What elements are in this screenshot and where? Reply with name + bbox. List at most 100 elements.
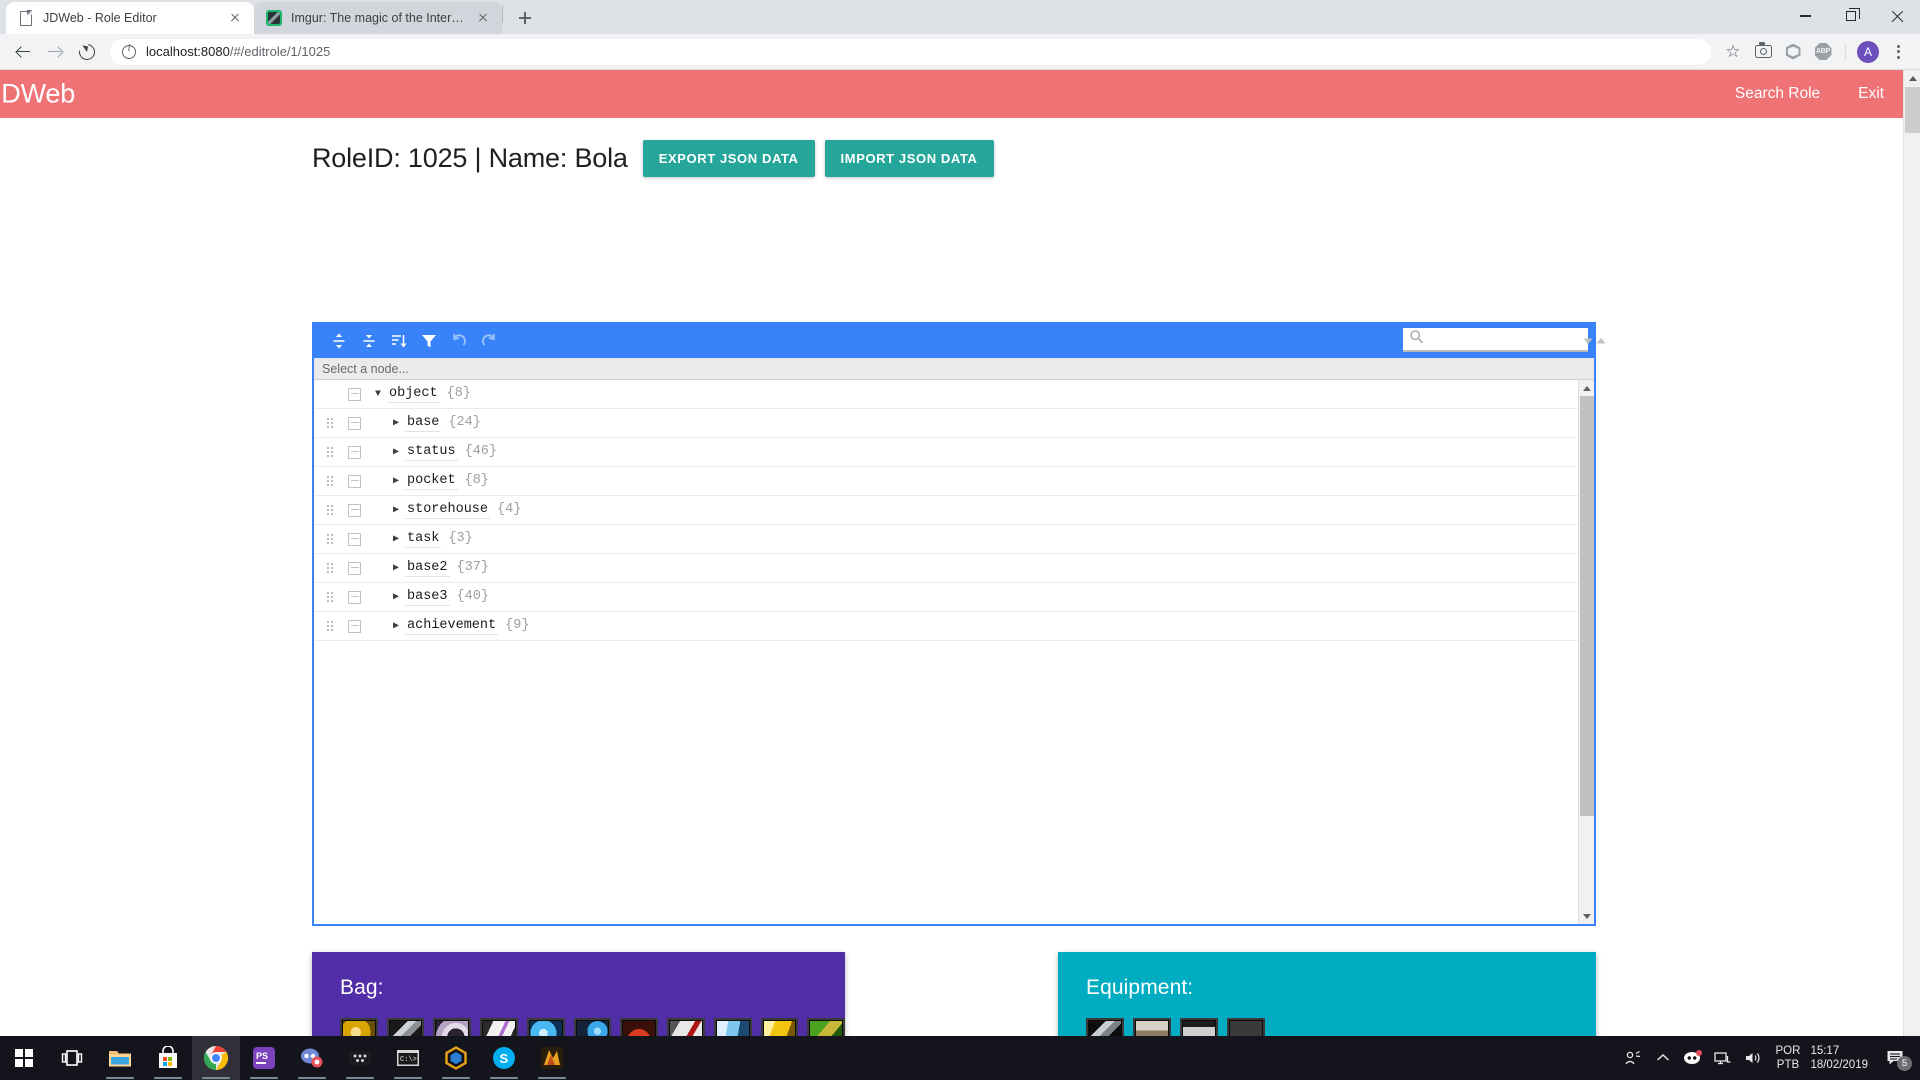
tree-field-name[interactable]: status — [405, 443, 458, 461]
close-icon[interactable] — [1874, 0, 1920, 32]
row-checkbox[interactable] — [348, 590, 361, 604]
collapse-all-icon[interactable] — [354, 327, 384, 355]
scrollbar-thumb[interactable] — [1580, 396, 1594, 816]
command-prompt-button[interactable]: C:\> — [384, 1036, 432, 1080]
chevron-right-icon[interactable]: ▶ — [387, 504, 405, 516]
row-checkbox[interactable] — [348, 445, 361, 459]
volume-icon[interactable] — [1738, 1036, 1768, 1080]
scroll-up-icon[interactable] — [1904, 70, 1920, 87]
close-icon[interactable] — [474, 9, 492, 27]
kebab-menu-icon[interactable] — [1884, 38, 1912, 66]
microsoft-store-button[interactable] — [144, 1036, 192, 1080]
tree-row[interactable]: ▶ base2 {37} — [314, 554, 1578, 583]
drag-handle-icon[interactable] — [322, 591, 338, 603]
redo-icon[interactable] — [474, 327, 504, 355]
drag-handle-icon[interactable] — [322, 417, 338, 429]
tree-field-name[interactable]: base3 — [405, 588, 450, 606]
search-prev-icon[interactable] — [1582, 334, 1593, 345]
camera-icon[interactable] — [1749, 38, 1777, 66]
expand-all-icon[interactable] — [324, 327, 354, 355]
minimize-icon[interactable] — [1782, 0, 1828, 32]
notification-center-button[interactable]: 5 — [1876, 1036, 1916, 1080]
chevron-right-icon[interactable]: ▶ — [387, 446, 405, 458]
back-arrow-icon[interactable] — [8, 37, 38, 67]
chevron-down-icon[interactable]: ▼ — [369, 389, 387, 400]
browser-tab-1[interactable]: Imgur: The magic of the Internet — [254, 2, 502, 34]
adblock-icon[interactable]: ABP — [1809, 38, 1837, 66]
row-checkbox[interactable] — [348, 503, 361, 517]
cube-icon[interactable] — [1779, 38, 1807, 66]
discord-tray-icon[interactable] — [1678, 1036, 1708, 1080]
tree-row[interactable]: ▶ storehouse {4} — [314, 496, 1578, 525]
keyboard-tool-button[interactable] — [336, 1036, 384, 1080]
tree-row[interactable]: ▶ base {24} — [314, 409, 1578, 438]
drag-handle-icon[interactable] — [322, 446, 338, 458]
avatar[interactable]: A — [1854, 38, 1882, 66]
row-checkbox[interactable] — [348, 532, 361, 546]
chevron-right-icon[interactable]: ▶ — [387, 533, 405, 545]
chevron-right-icon[interactable]: ▶ — [387, 417, 405, 429]
scroll-down-icon[interactable] — [1579, 908, 1595, 924]
undo-icon[interactable] — [444, 327, 474, 355]
virtualbox-button[interactable] — [432, 1036, 480, 1080]
bookmark-star-icon[interactable]: ☆ — [1719, 38, 1747, 66]
drag-handle-icon[interactable] — [322, 475, 338, 487]
forward-arrow-icon[interactable] — [40, 37, 70, 67]
chevron-right-icon[interactable]: ▶ — [387, 591, 405, 603]
people-icon[interactable] — [1618, 1036, 1648, 1080]
tree-row-root[interactable]: ▼ object {8} — [314, 380, 1578, 409]
close-icon[interactable] — [226, 9, 244, 27]
phpstorm-button[interactable]: PS — [240, 1036, 288, 1080]
clock-and-locale[interactable]: POR PTB 15:17 18/02/2019 — [1768, 1044, 1876, 1072]
search-next-icon[interactable] — [1595, 334, 1606, 345]
tree-row[interactable]: ▶ task {3} — [314, 525, 1578, 554]
row-checkbox[interactable] — [348, 474, 361, 488]
skype-button[interactable]: S — [480, 1036, 528, 1080]
tree-row[interactable]: ▶ status {46} — [314, 438, 1578, 467]
game-client-button[interactable] — [528, 1036, 576, 1080]
row-checkbox[interactable] — [348, 416, 361, 430]
drag-handle-icon[interactable] — [322, 504, 338, 516]
maximize-icon[interactable] — [1828, 0, 1874, 32]
file-explorer-button[interactable] — [96, 1036, 144, 1080]
tree-field-name[interactable]: achievement — [405, 617, 499, 635]
tree-field-name[interactable]: task — [405, 530, 442, 548]
browser-tab-0[interactable]: JDWeb - Role Editor — [6, 2, 254, 34]
sort-icon[interactable] — [384, 327, 414, 355]
json-search-box[interactable] — [1403, 328, 1606, 352]
discord-button[interactable] — [288, 1036, 336, 1080]
drag-handle-icon[interactable] — [322, 620, 338, 632]
chevron-right-icon[interactable]: ▶ — [387, 562, 405, 574]
reload-icon[interactable] — [72, 37, 102, 67]
import-json-button[interactable]: IMPORT JSON DATA — [824, 140, 994, 177]
tree-field-name[interactable]: base2 — [405, 559, 450, 577]
search-input[interactable] — [1425, 329, 1580, 349]
nav-exit[interactable]: Exit — [1858, 85, 1884, 103]
start-button[interactable] — [0, 1036, 48, 1080]
row-checkbox[interactable] — [348, 619, 361, 633]
new-tab-button[interactable] — [511, 4, 539, 32]
task-view-button[interactable] — [48, 1036, 96, 1080]
chevron-right-icon[interactable]: ▶ — [387, 620, 405, 632]
scroll-up-icon[interactable] — [1579, 380, 1595, 396]
json-tree-scrollbar[interactable] — [1578, 380, 1594, 924]
tree-field-name[interactable]: object — [387, 385, 440, 403]
tree-field-name[interactable]: storehouse — [405, 501, 491, 519]
export-json-button[interactable]: EXPORT JSON DATA — [642, 140, 815, 177]
filter-icon[interactable] — [414, 327, 444, 355]
tree-row[interactable]: ▶ pocket {8} — [314, 467, 1578, 496]
network-icon[interactable] — [1708, 1036, 1738, 1080]
chevron-right-icon[interactable]: ▶ — [387, 475, 405, 487]
row-checkbox[interactable] — [348, 561, 361, 575]
drag-handle-icon[interactable] — [322, 533, 338, 545]
datetime[interactable]: 15:17 18/02/2019 — [1810, 1044, 1868, 1072]
address-bar[interactable]: localhost:8080 /#/editrole/1/1025 — [110, 38, 1711, 65]
page-scrollbar[interactable] — [1903, 70, 1920, 1080]
show-hidden-icons-icon[interactable] — [1648, 1036, 1678, 1080]
chrome-button[interactable] — [192, 1036, 240, 1080]
tree-field-name[interactable]: base — [405, 414, 442, 432]
nav-search-role[interactable]: Search Role — [1735, 85, 1820, 103]
row-checkbox[interactable] — [348, 387, 361, 401]
tree-row[interactable]: ▶ achievement {9} — [314, 612, 1578, 641]
tree-row[interactable]: ▶ base3 {40} — [314, 583, 1578, 612]
